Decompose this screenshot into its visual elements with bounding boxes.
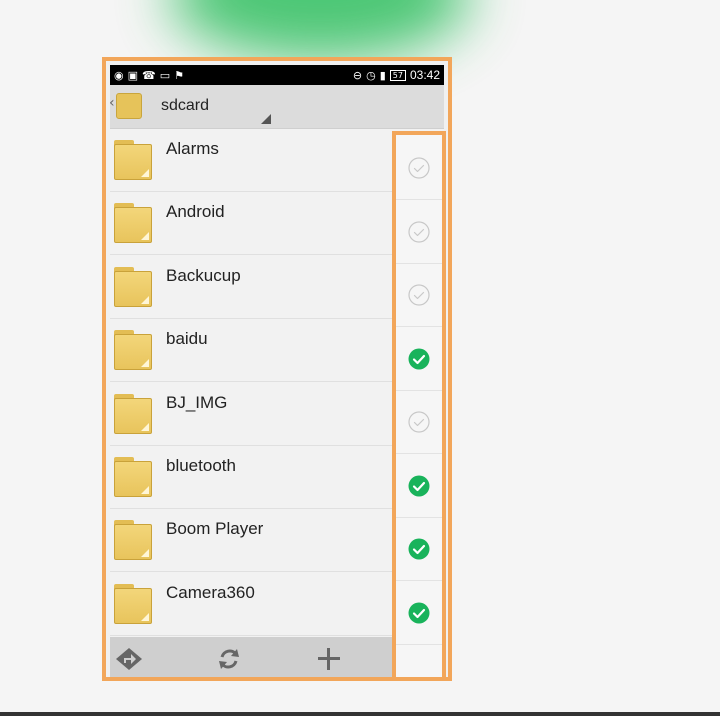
- status-bar: ◉ ▣ ☎ ▭ ⚑ ⊖ ◷ ▮ 57 03:42: [110, 65, 444, 85]
- flag-icon: ⚑: [174, 68, 184, 82]
- check-circle-filled-icon: [408, 602, 430, 623]
- add-icon[interactable]: [316, 647, 342, 675]
- folder-icon: [116, 93, 142, 119]
- refresh-icon[interactable]: [216, 647, 242, 675]
- check-circle-filled-icon: [408, 475, 430, 496]
- notification-icon-1: ◉: [114, 68, 124, 82]
- background-glow: [170, 0, 470, 60]
- folder-checkbox[interactable]: [396, 518, 442, 581]
- current-directory-title: sdcard: [161, 97, 210, 114]
- folder-icon: [114, 457, 154, 499]
- image-icon: ▣: [127, 68, 139, 82]
- folder-checkbox[interactable]: [396, 582, 442, 645]
- folder-name: Backucup: [166, 265, 241, 285]
- folder-checkbox[interactable]: [396, 455, 442, 518]
- selection-highlight: [392, 131, 446, 677]
- folder-checkbox[interactable]: [396, 328, 442, 391]
- sim-icon: ▭: [159, 68, 171, 82]
- folder-checkbox[interactable]: [396, 391, 442, 454]
- check-circle-filled-icon: [408, 348, 430, 369]
- folder-checkbox[interactable]: [396, 264, 442, 327]
- battery-indicator: 57: [389, 69, 406, 81]
- check-circle-outline-icon: [408, 284, 430, 306]
- folder-name: baidu: [166, 329, 208, 349]
- folder-name: Alarms: [166, 139, 219, 158]
- folder-icon: [114, 203, 154, 245]
- folder-icon: [114, 393, 154, 436]
- dropdown-arrow-icon[interactable]: [261, 114, 271, 124]
- check-circle-outline-icon: [408, 411, 430, 433]
- signal-icon: ▮: [379, 68, 386, 82]
- folder-name: bluetooth: [166, 456, 236, 475]
- alarm-icon: ◷: [366, 68, 376, 82]
- folder-name: Android: [166, 202, 225, 222]
- check-circle-outline-icon: [408, 157, 430, 179]
- check-circle-filled-icon: [408, 538, 430, 560]
- location-header[interactable]: ‹ sdcard: [109, 85, 444, 129]
- clock: 03:42: [409, 68, 440, 82]
- folder-checkbox[interactable]: [396, 201, 442, 264]
- folder-checkbox[interactable]: [396, 137, 442, 200]
- folder-icon: [114, 140, 154, 182]
- navigate-icon[interactable]: [114, 647, 144, 675]
- folder-icon: [114, 583, 154, 626]
- folder-name: Camera360: [166, 582, 255, 602]
- folder-name: BJ_IMG: [166, 392, 228, 412]
- back-chevron-icon[interactable]: ‹: [109, 95, 115, 111]
- folder-icon: [114, 520, 154, 562]
- bottom-divider: [0, 712, 720, 716]
- check-circle-outline-icon: [408, 220, 430, 243]
- phone-screen-highlight: ◉ ▣ ☎ ▭ ⚑ ⊖ ◷ ▮ 57 03:42 ‹ sdcard Alarms…: [102, 57, 452, 681]
- folder-icon: [114, 266, 154, 309]
- folder-name: Boom Player: [166, 519, 264, 539]
- do-not-disturb-icon: ⊖: [352, 68, 363, 82]
- folder-icon: [114, 330, 154, 372]
- whatsapp-icon: ☎: [142, 68, 156, 82]
